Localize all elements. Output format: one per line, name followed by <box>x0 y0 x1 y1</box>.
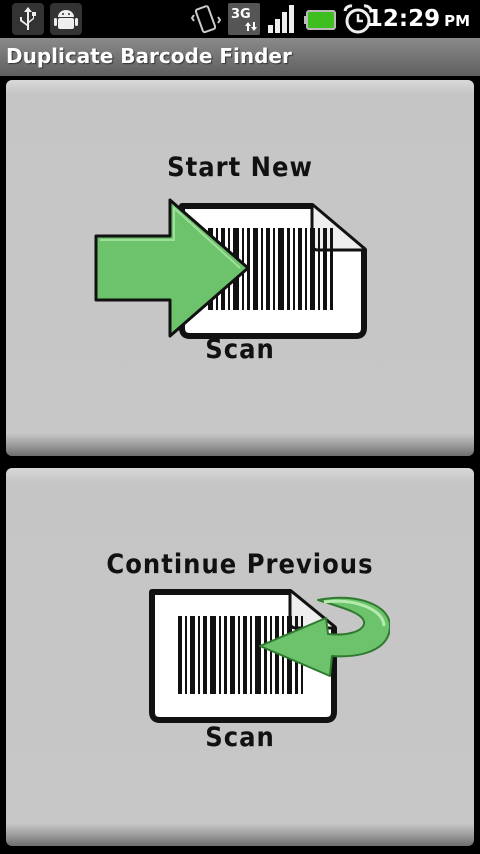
start-new-label: Start New <box>167 152 313 183</box>
signal-icon <box>268 5 294 33</box>
start-new-sublabel: Scan <box>205 334 275 365</box>
main-content: Start New Scan Continue Previous Scan <box>0 76 480 854</box>
usb-icon <box>12 3 44 35</box>
battery-icon <box>304 10 336 30</box>
continue-previous-scan-button[interactable]: Continue Previous Scan <box>6 468 474 846</box>
continue-barcode-icon <box>149 589 390 723</box>
clock-ampm: PM <box>444 12 470 30</box>
3g-data-icon: 3G <box>228 3 260 35</box>
app-title-bar: Duplicate Barcode Finder <box>0 38 480 77</box>
continue-previous-sublabel: Scan <box>205 722 275 753</box>
new-barcode-icon <box>94 198 367 339</box>
status-bar: 3G 12:29 PM <box>0 0 480 38</box>
start-new-scan-button[interactable]: Start New Scan <box>6 80 474 456</box>
svg-text:3G: 3G <box>231 7 251 22</box>
app-title: Duplicate Barcode Finder <box>6 44 292 68</box>
android-debug-icon <box>50 3 82 35</box>
clock-time: 12:29 <box>366 6 441 32</box>
status-clock: 12:29 PM <box>367 4 470 36</box>
continue-previous-label: Continue Previous <box>106 549 374 580</box>
vibrate-icon <box>190 5 222 34</box>
